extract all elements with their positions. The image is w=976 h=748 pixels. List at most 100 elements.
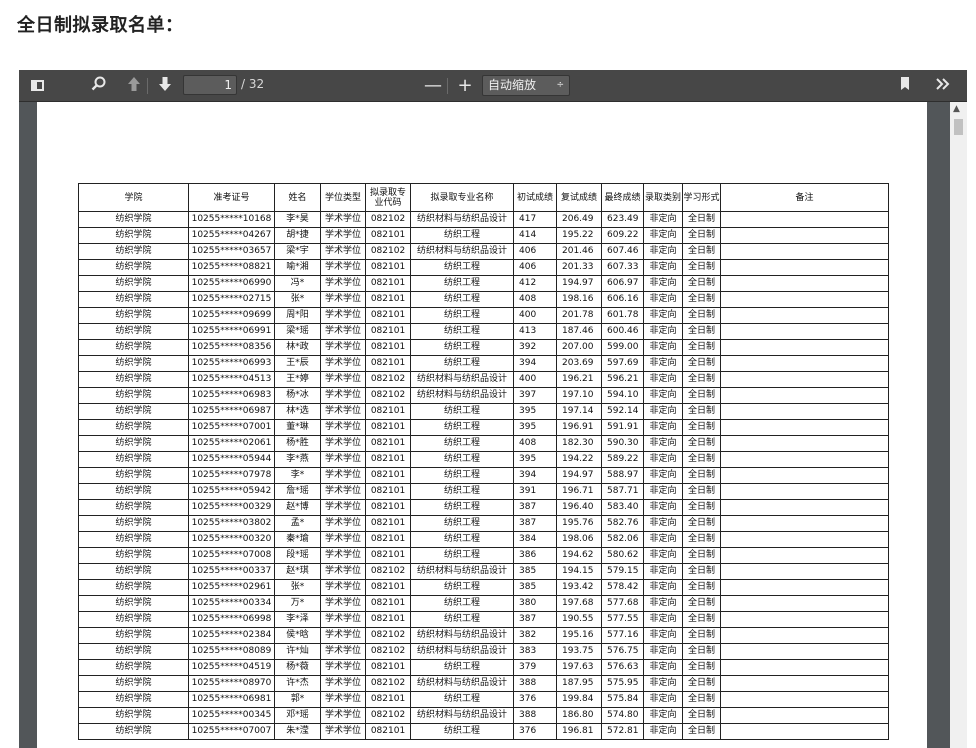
table-cell	[720, 307, 889, 324]
table-cell: 400	[513, 371, 557, 388]
table-cell: 学术学位	[320, 547, 366, 564]
table-cell: 纺织学院	[78, 451, 189, 468]
table-cell: 纺织工程	[410, 595, 514, 612]
table-cell: 587.71	[601, 483, 644, 500]
page-number-input[interactable]: 1	[183, 75, 237, 95]
table-cell	[720, 211, 889, 228]
table-cell: 082101	[365, 579, 411, 596]
previous-page-icon[interactable]	[124, 76, 144, 96]
table-cell: 全日制	[682, 547, 721, 564]
table-row: 纺织学院 10255*****08970 许*杰 学术学位 082102 纺织材料与纺织品…	[78, 675, 889, 692]
table-cell: 全日制	[682, 691, 721, 708]
table-cell: 全日制	[682, 483, 721, 500]
table-cell: 全日制	[682, 371, 721, 388]
table-cell: 全日制	[682, 243, 721, 260]
sidebar-toggle-icon[interactable]	[28, 76, 48, 96]
table-cell	[720, 371, 889, 388]
table-cell: 非定向	[643, 483, 683, 500]
table-cell: 全日制	[682, 307, 721, 324]
table-cell	[720, 467, 889, 484]
table-cell: 082101	[365, 595, 411, 612]
table-cell: 纺织学院	[78, 339, 189, 356]
table-cell: 学术学位	[320, 339, 366, 356]
table-cell: 全日制	[682, 515, 721, 532]
table-cell: 082102	[365, 387, 411, 404]
table-cell: 082101	[365, 291, 411, 308]
table-cell: 082101	[365, 419, 411, 436]
table-cell: 全日制	[682, 435, 721, 452]
chevron-updown-icon: ÷	[556, 80, 564, 90]
table-cell: 纺织材料与纺织品设计	[410, 707, 514, 724]
zoom-select[interactable]: 自动缩放 ÷	[482, 75, 570, 96]
table-cell: 196.91	[556, 419, 602, 436]
table-cell: 589.22	[601, 451, 644, 468]
table-row: 纺织学院 10255*****00329 赵*博 学术学位 082101 纺织工程 387 1…	[78, 499, 889, 516]
table-cell: 纺织工程	[410, 403, 514, 420]
table-cell: 纺织学院	[78, 387, 189, 404]
table-cell: 学术学位	[320, 451, 366, 468]
table-cell: 学术学位	[320, 387, 366, 404]
search-icon[interactable]	[89, 76, 109, 96]
table-cell: 395	[513, 451, 557, 468]
zoom-in-button[interactable]: +	[455, 76, 475, 96]
table-cell: 纺织学院	[78, 723, 189, 740]
table-cell	[720, 403, 889, 420]
table-cell: 学术学位	[320, 675, 366, 692]
table-row: 纺织学院 10255*****04513 王*婷 学术学位 082102 纺织材料与纺织品…	[78, 371, 889, 388]
table-cell: 592.14	[601, 403, 644, 420]
table-cell: 非定向	[643, 227, 683, 244]
table-cell: 10255*****04519	[188, 659, 275, 676]
table-cell: 10255*****05942	[188, 483, 275, 500]
table-cell: 082102	[365, 643, 411, 660]
table-cell: 非定向	[643, 707, 683, 724]
table-cell	[720, 515, 889, 532]
table-cell: 385	[513, 579, 557, 596]
bookmark-icon[interactable]	[895, 76, 915, 96]
table-cell: 201.46	[556, 243, 602, 260]
next-page-icon[interactable]	[155, 76, 175, 96]
table-cell: 579.15	[601, 563, 644, 580]
column-header: 复试成绩	[556, 183, 602, 212]
table-cell: 572.81	[601, 723, 644, 740]
table-cell	[720, 259, 889, 276]
table-cell: 梁*宇	[274, 243, 321, 260]
table-cell: 10255*****00334	[188, 595, 275, 612]
table-cell: 全日制	[682, 291, 721, 308]
table-cell: 10255*****06990	[188, 275, 275, 292]
column-header: 拟录取专业代码	[365, 183, 411, 212]
table-cell: 学术学位	[320, 659, 366, 676]
table-cell: 郭*	[274, 691, 321, 708]
table-cell: 199.84	[556, 691, 602, 708]
table-cell: 学术学位	[320, 531, 366, 548]
table-cell: 607.33	[601, 259, 644, 276]
table-cell: 385	[513, 563, 557, 580]
table-cell: 纺织材料与纺织品设计	[410, 675, 514, 692]
table-cell: 082101	[365, 515, 411, 532]
table-cell: 406	[513, 243, 557, 260]
table-cell: 纺织学院	[78, 675, 189, 692]
table-cell: 非定向	[643, 387, 683, 404]
scroll-up-icon[interactable]: ▲	[953, 104, 960, 114]
table-cell: 195.22	[556, 227, 602, 244]
table-cell: 10255*****06987	[188, 403, 275, 420]
table-cell: 582.06	[601, 531, 644, 548]
table-cell: 非定向	[643, 579, 683, 596]
table-cell: 纺织学院	[78, 579, 189, 596]
scrollbar-thumb[interactable]	[954, 119, 963, 135]
table-row: 纺织学院 10255*****04267 胡*捷 学术学位 082101 纺织工程 414 1…	[78, 227, 889, 244]
more-tools-icon[interactable]	[933, 76, 953, 96]
table-cell: 195.16	[556, 627, 602, 644]
table-cell: 082101	[365, 723, 411, 740]
table-cell: 纺织工程	[410, 355, 514, 372]
table-cell: 10255*****10168	[188, 211, 275, 228]
table-cell: 196.71	[556, 483, 602, 500]
table-cell: 纺织学院	[78, 547, 189, 564]
table-cell: 082102	[365, 243, 411, 260]
table-cell: 学术学位	[320, 499, 366, 516]
table-cell: 591.91	[601, 419, 644, 436]
zoom-out-button[interactable]: —	[423, 76, 443, 96]
pdf-document-area[interactable]: 学院 准考证号 姓名 学位类型 拟录取专业代码 拟录取专业名称 初试成绩 复试成绩 最终成绩 录取…	[19, 102, 967, 748]
table-cell: 学术学位	[320, 307, 366, 324]
table-cell: 387	[513, 515, 557, 532]
vertical-scrollbar[interactable]: ▲	[950, 102, 967, 748]
